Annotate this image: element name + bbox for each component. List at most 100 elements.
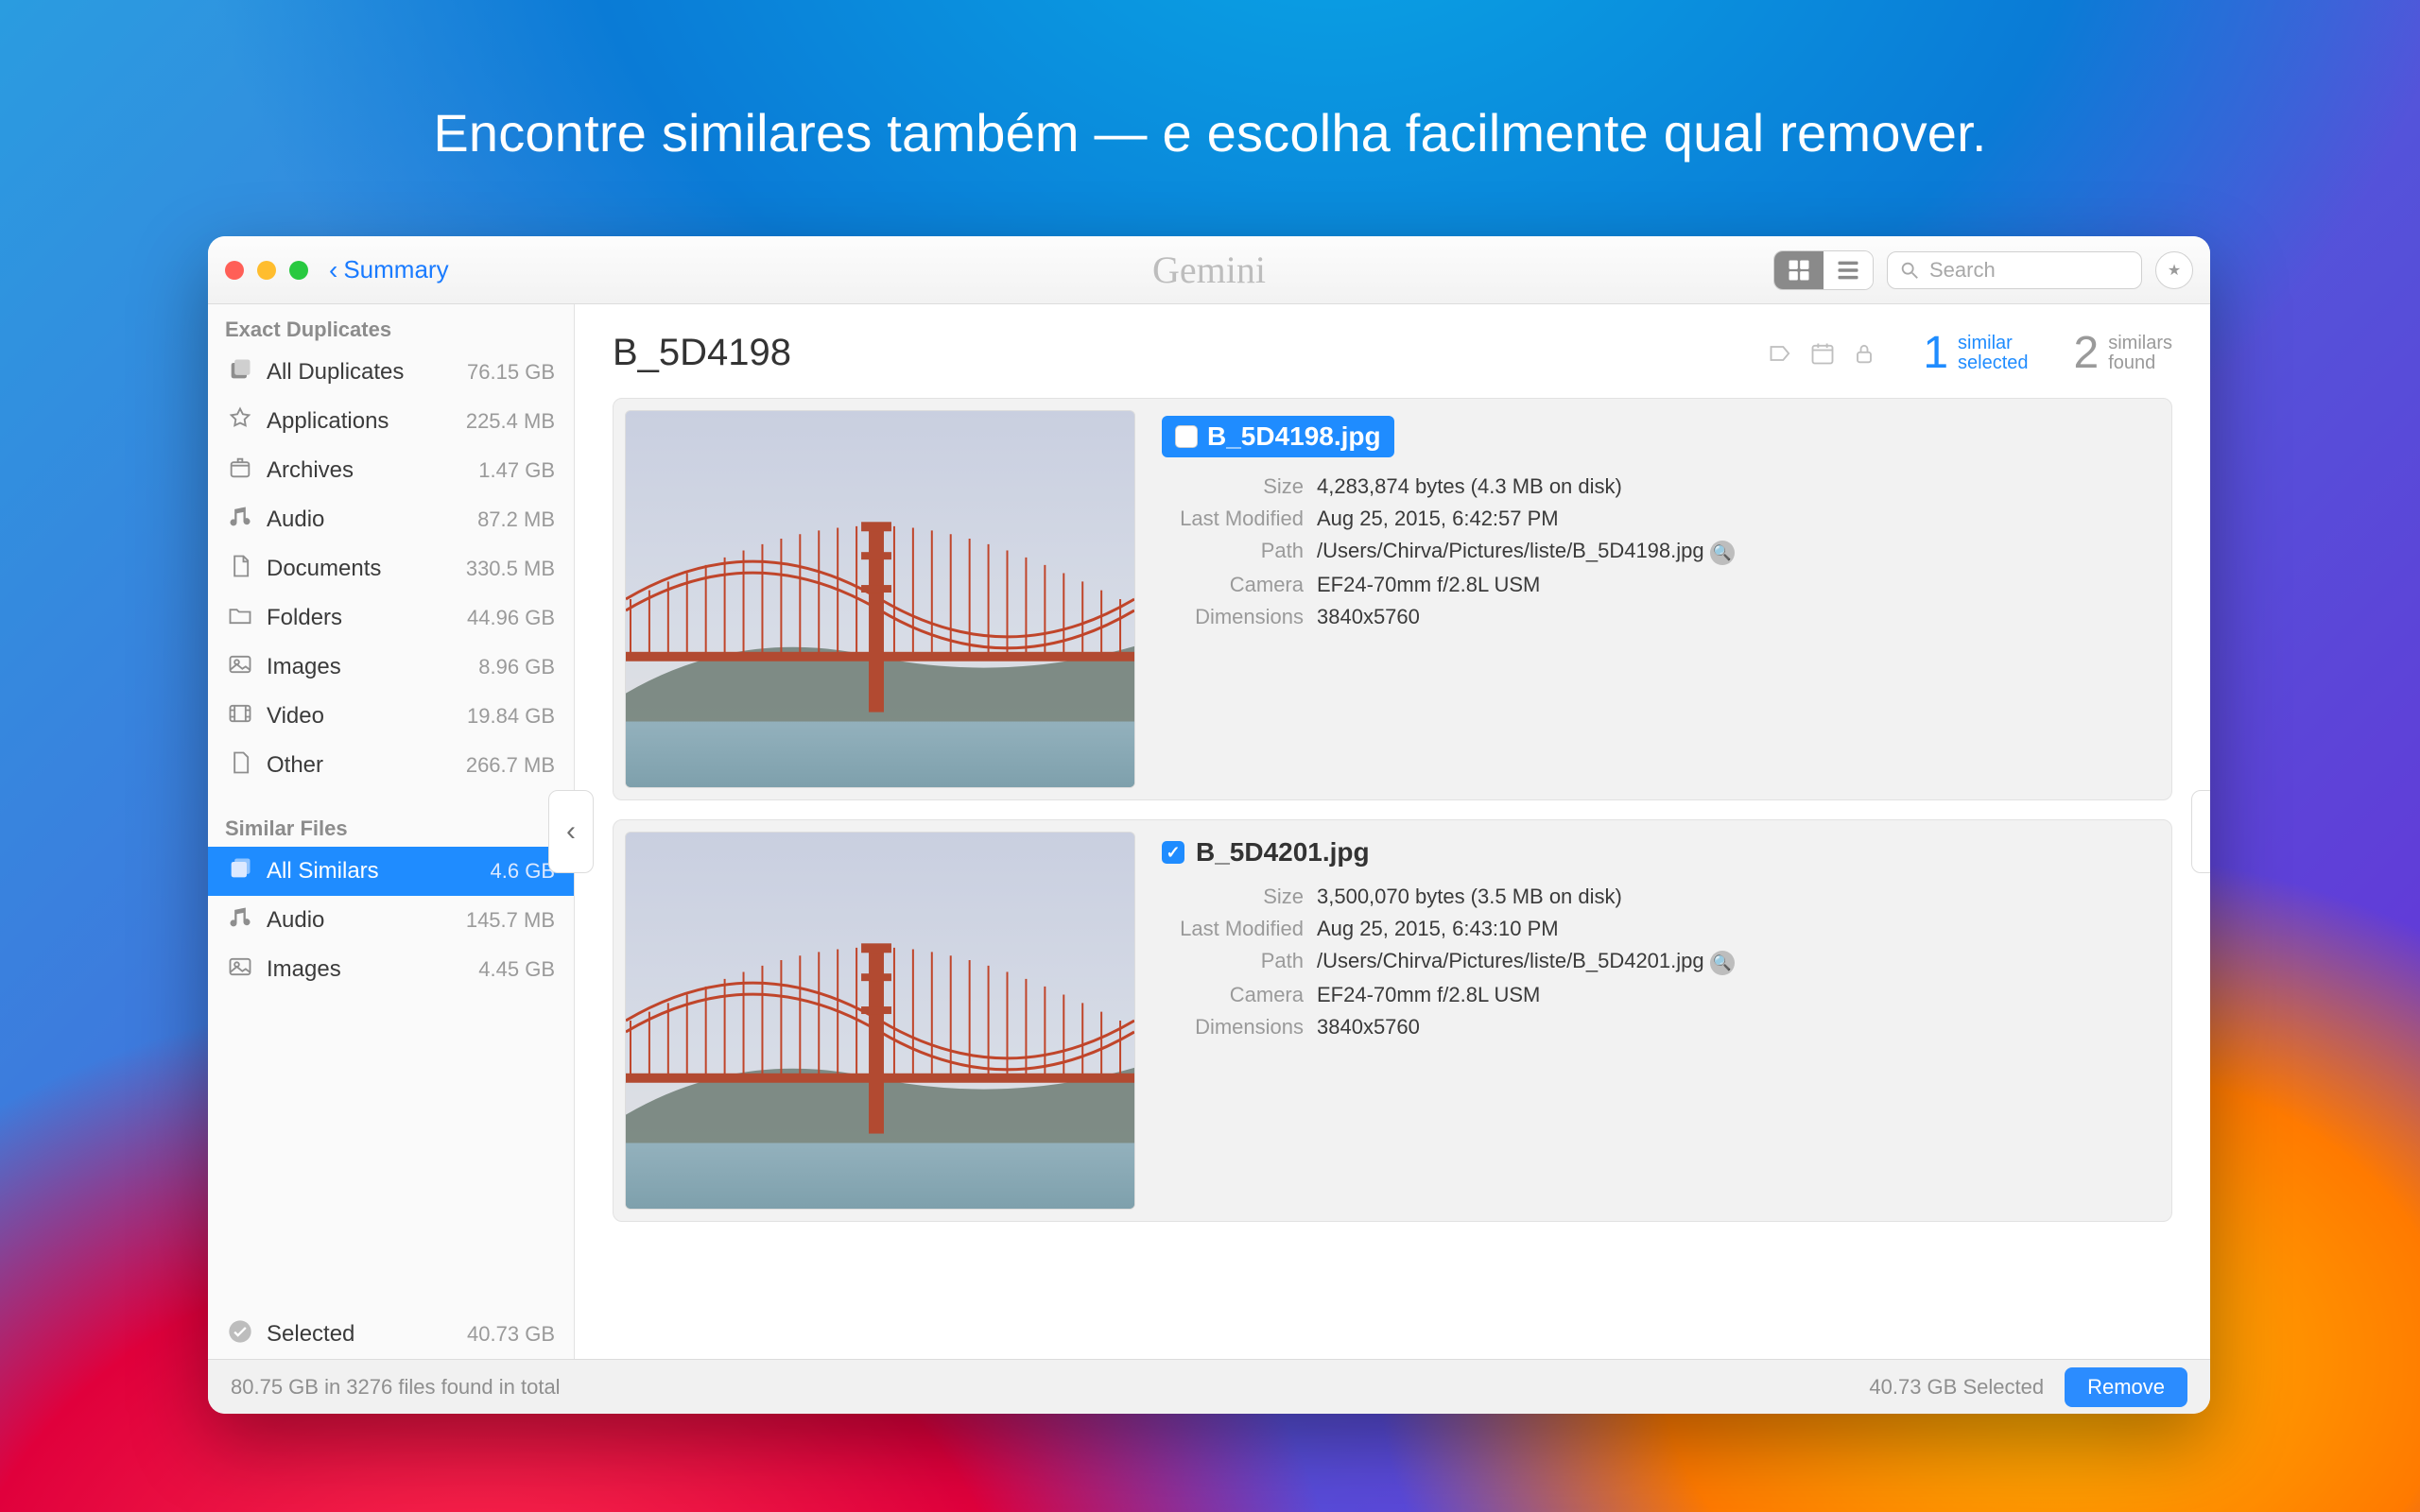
app-brand: Gemini xyxy=(1152,248,1266,292)
thumbnail[interactable] xyxy=(625,410,1135,788)
footer-total: 80.75 GB in 3276 files found in total xyxy=(231,1375,561,1400)
checkbox-icon[interactable]: ✓ xyxy=(1162,841,1184,864)
search-icon xyxy=(1899,260,1920,281)
file-meta: ✓B_5D4201.jpg Size3,500,070 bytes (3.5 M… xyxy=(1162,832,2160,1210)
sidebar-item-label: Video xyxy=(267,703,324,730)
zoom-window-button[interactable] xyxy=(289,261,308,280)
sidebar: Exact Duplicates All Duplicates76.15 GBA… xyxy=(208,304,575,1359)
sidebar-item-size: 266.7 MB xyxy=(466,753,555,778)
reveal-in-finder-button[interactable]: 🔍 xyxy=(1710,951,1735,975)
sidebar-item-size: 225.4 MB xyxy=(466,409,555,434)
footer-selected: 40.73 GB Selected xyxy=(1869,1375,2044,1400)
file-name: B_5D4198.jpg xyxy=(1207,421,1381,452)
sidebar-item-label: Images xyxy=(267,654,341,680)
view-grid-button[interactable] xyxy=(1774,251,1824,289)
sidebar-selected-size: 40.73 GB xyxy=(467,1322,555,1347)
chevron-left-icon: ‹ xyxy=(566,816,576,848)
category-icon xyxy=(227,855,253,888)
stat-found-line1: similars xyxy=(2108,333,2172,353)
sidebar-item-other[interactable]: Other 266.7 MB xyxy=(208,741,574,790)
check-circle-icon xyxy=(227,1318,253,1351)
sidebar-item-images[interactable]: Images4.45 GB xyxy=(208,945,574,994)
sidebar-item-label: Audio xyxy=(267,507,324,533)
sidebar-item-label: Audio xyxy=(267,907,324,934)
label-camera: Camera xyxy=(1162,573,1304,597)
value-camera: EF24-70mm f/2.8L USM xyxy=(1317,983,2152,1007)
sidebar-item-size: 44.96 GB xyxy=(467,606,555,630)
close-window-button[interactable] xyxy=(225,261,244,280)
back-summary-button[interactable]: ‹ Summary xyxy=(329,255,449,284)
label-modified: Last Modified xyxy=(1162,917,1304,941)
value-path: /Users/Chirva/Pictures/liste/B_5D4201.jp… xyxy=(1317,949,2152,975)
sidebar-item-size: 76.15 GB xyxy=(467,360,555,385)
sidebar-item-archives[interactable]: Archives 1.47 GB xyxy=(208,446,574,495)
content-pane: ‹ › B_5D4198 1 similarselected 2 similar… xyxy=(575,304,2210,1359)
sidebar-section-similar: Similar Files xyxy=(208,803,574,847)
chevron-right-icon: › xyxy=(2209,816,2210,848)
value-camera: EF24-70mm f/2.8L USM xyxy=(1317,573,2152,597)
minimize-window-button[interactable] xyxy=(257,261,276,280)
sidebar-item-all-similars[interactable]: All Similars4.6 GB xyxy=(208,847,574,896)
file-name: B_5D4201.jpg xyxy=(1196,837,1370,868)
tag-icon[interactable] xyxy=(1768,340,1794,367)
sidebar-item-size: 1.47 GB xyxy=(478,458,555,483)
thumbnail[interactable] xyxy=(625,832,1135,1210)
sidebar-selected-row[interactable]: Selected 40.73 GB xyxy=(208,1310,574,1359)
category-icon xyxy=(227,954,253,987)
sidebar-item-size: 145.7 MB xyxy=(466,908,555,933)
category-icon xyxy=(227,749,253,782)
search-field[interactable]: Search xyxy=(1887,251,2142,289)
sidebar-item-label: Applications xyxy=(267,408,389,435)
sidebar-item-label: Other xyxy=(267,752,323,779)
footer: 80.75 GB in 3276 files found in total 40… xyxy=(208,1359,2210,1414)
checkbox-icon[interactable] xyxy=(1175,425,1198,448)
category-icon xyxy=(227,455,253,488)
stat-found: 2 similarsfound xyxy=(2074,327,2172,379)
content-header: B_5D4198 1 similarselected 2 similarsfou… xyxy=(575,304,2210,390)
file-card: B_5D4198.jpg Size4,283,874 bytes (4.3 MB… xyxy=(613,398,2172,800)
view-list-button[interactable] xyxy=(1824,251,1873,289)
calendar-icon[interactable] xyxy=(1809,340,1836,367)
list-icon xyxy=(1835,257,1861,284)
reveal-in-finder-button[interactable]: 🔍 xyxy=(1710,541,1735,565)
label-dimensions: Dimensions xyxy=(1162,605,1304,629)
sidebar-item-audio[interactable]: Audio 87.2 MB xyxy=(208,495,574,544)
file-card: ✓B_5D4201.jpg Size3,500,070 bytes (3.5 M… xyxy=(613,819,2172,1222)
file-name-chip[interactable]: B_5D4198.jpg xyxy=(1162,416,1394,457)
category-icon xyxy=(227,904,253,937)
sidebar-item-label: Archives xyxy=(267,457,354,484)
category-icon xyxy=(227,356,253,389)
grid-icon xyxy=(1786,257,1812,284)
value-size: 3,500,070 bytes (3.5 MB on disk) xyxy=(1317,885,2152,909)
next-group-button[interactable]: › xyxy=(2191,790,2210,873)
category-icon xyxy=(227,700,253,733)
sidebar-item-audio[interactable]: Audio 145.7 MB xyxy=(208,896,574,945)
window-controls xyxy=(225,261,308,280)
sidebar-item-documents[interactable]: Documents330.5 MB xyxy=(208,544,574,593)
sidebar-item-applications[interactable]: Applications 225.4 MB xyxy=(208,397,574,446)
promo-headline: Encontre similares também — e escolha fa… xyxy=(0,102,2420,163)
remove-button[interactable]: Remove xyxy=(2065,1367,2187,1407)
sidebar-item-label: All Duplicates xyxy=(267,359,404,386)
prev-group-button[interactable]: ‹ xyxy=(548,790,594,873)
sidebar-item-folders[interactable]: Folders44.96 GB xyxy=(208,593,574,643)
file-name-row[interactable]: ✓ B_5D4201.jpg xyxy=(1162,837,1370,868)
sidebar-item-images[interactable]: Images 8.96 GB xyxy=(208,643,574,692)
app-window: ‹ Summary Gemini Search ★ Exact xyxy=(208,236,2210,1414)
stat-selected-num: 1 xyxy=(1923,327,1948,379)
sidebar-item-size: 19.84 GB xyxy=(467,704,555,729)
sidebar-item-video[interactable]: Video 19.84 GB xyxy=(208,692,574,741)
category-icon xyxy=(227,651,253,684)
value-dimensions: 3840x5760 xyxy=(1317,605,2152,629)
back-label: Summary xyxy=(343,255,448,284)
sidebar-item-size: 87.2 MB xyxy=(477,507,555,532)
sidebar-item-all-duplicates[interactable]: All Duplicates 76.15 GB xyxy=(208,348,574,397)
stat-found-num: 2 xyxy=(2074,327,2100,379)
sidebar-item-size: 8.96 GB xyxy=(478,655,555,679)
favorite-button[interactable]: ★ xyxy=(2155,251,2193,289)
lock-icon[interactable] xyxy=(1851,340,1877,367)
sidebar-item-label: Images xyxy=(267,956,341,983)
window-body: Exact Duplicates All Duplicates76.15 GBA… xyxy=(208,304,2210,1359)
category-icon xyxy=(227,553,253,586)
star-icon: ★ xyxy=(2168,261,2181,280)
